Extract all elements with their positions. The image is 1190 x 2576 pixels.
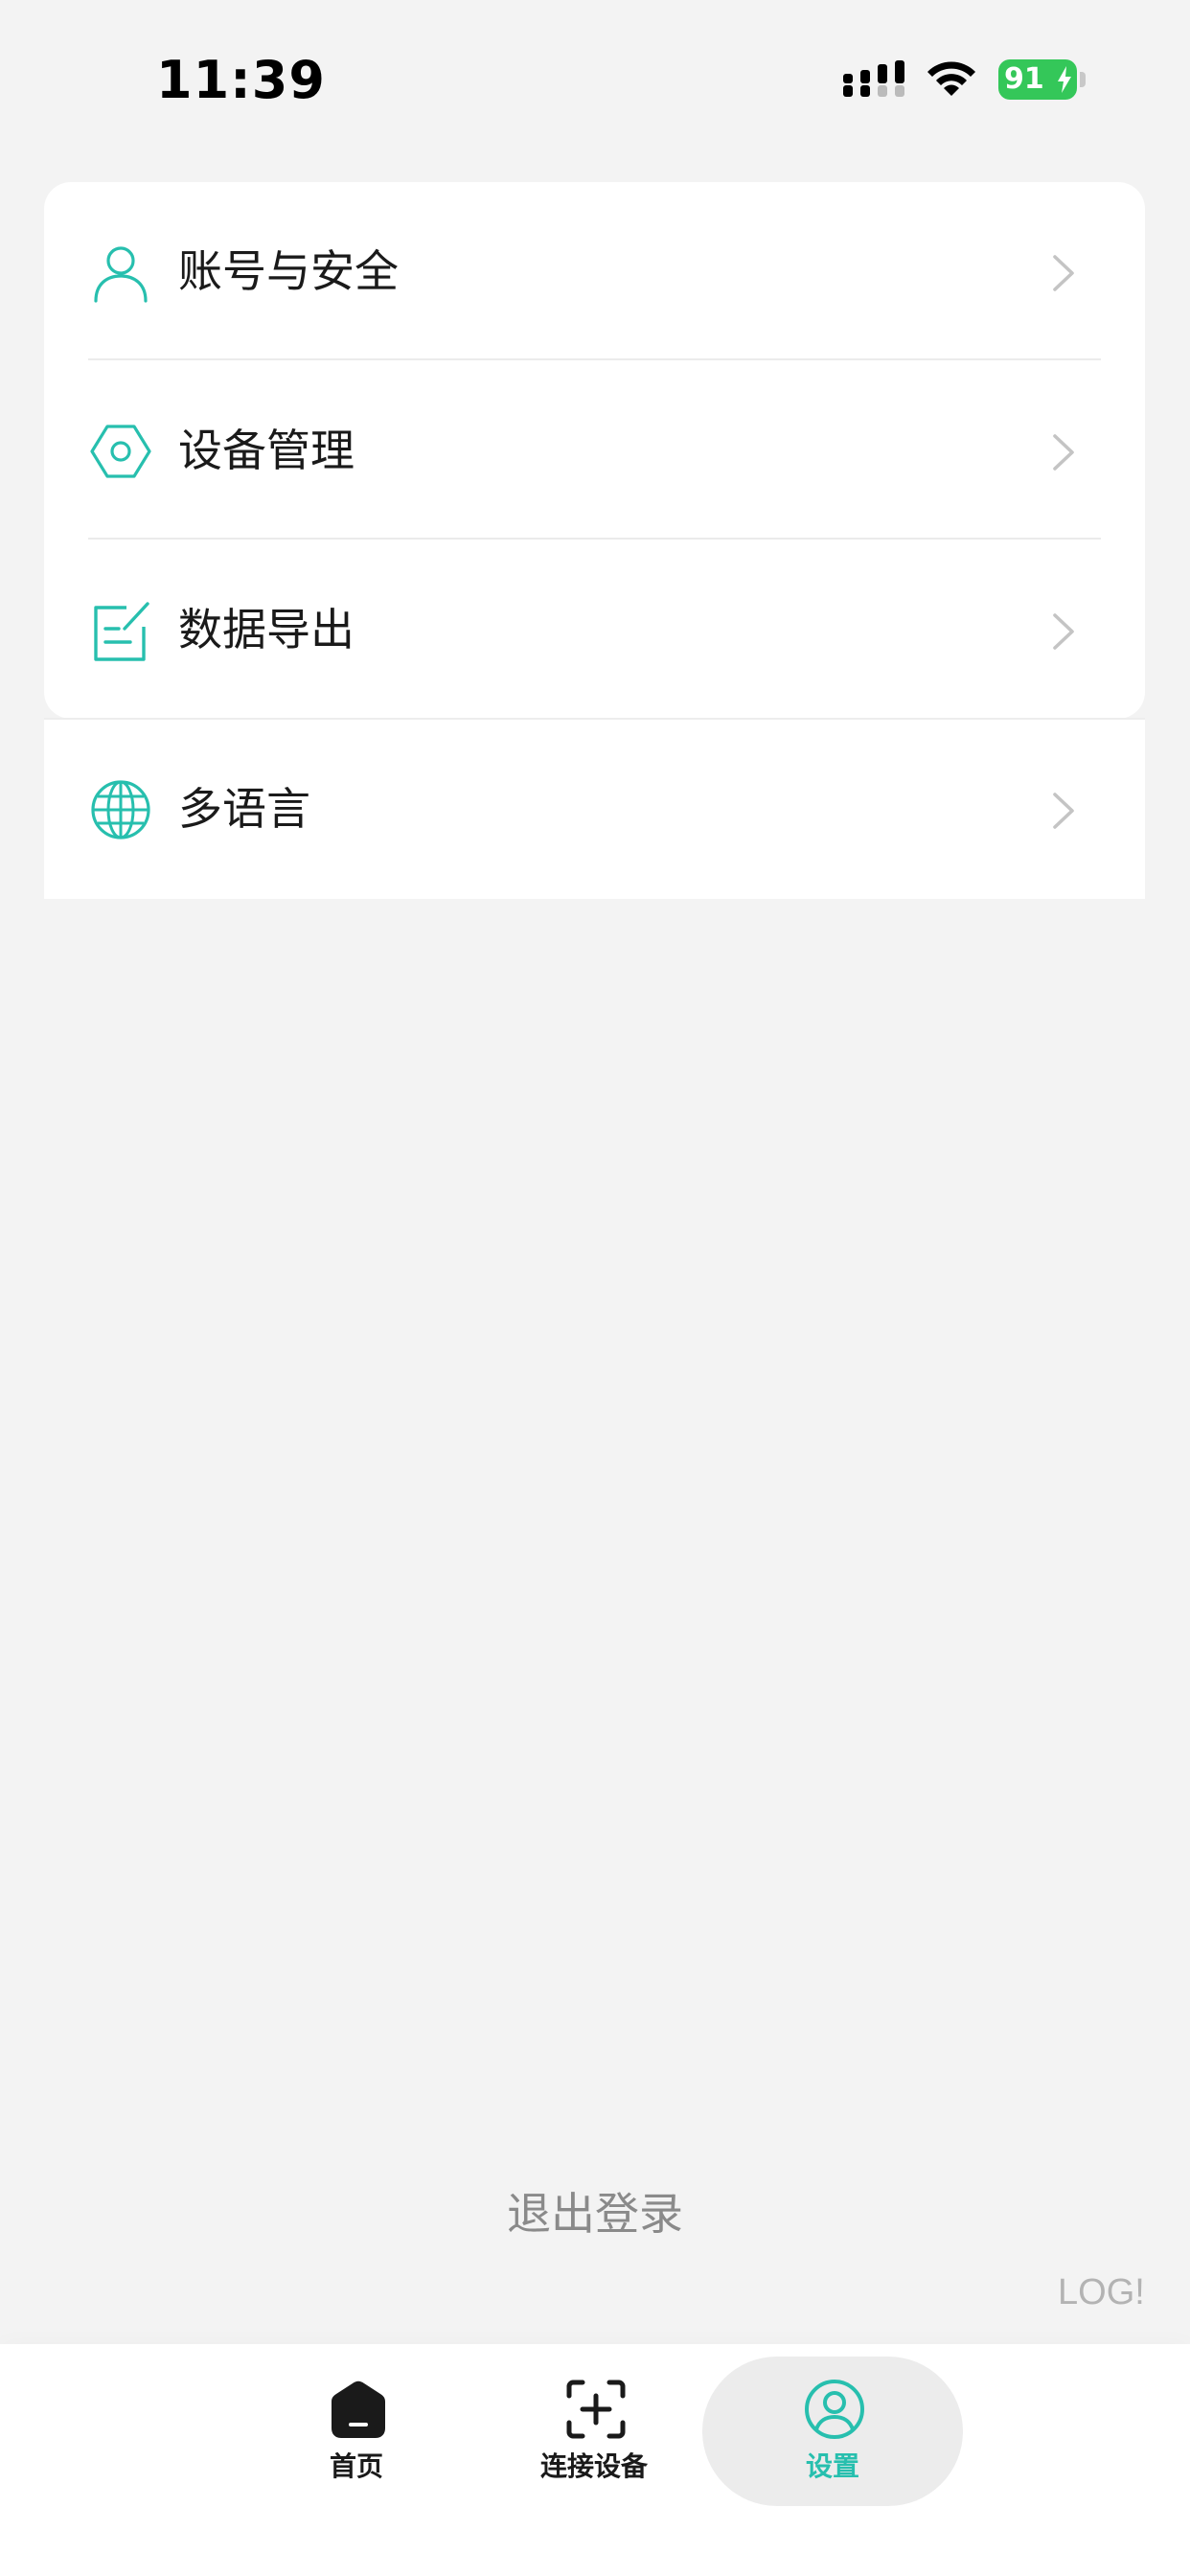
nav-item-label: 首页	[329, 2450, 383, 2482]
menu-item-label: 多语言	[178, 783, 310, 835]
chevron-right-icon	[1053, 793, 1074, 829]
battery-level: 91	[1004, 62, 1044, 96]
scan-add-icon	[566, 2380, 626, 2439]
battery-cap	[1080, 72, 1086, 87]
menu-item-label: 设备管理	[178, 425, 355, 476]
log-button[interactable]: LOG!	[1058, 2268, 1145, 2316]
chevron-right-icon	[1053, 613, 1074, 650]
status-time: 11:39	[156, 50, 326, 110]
bottom-nav: 首页 连接设备 设置	[0, 2344, 1190, 2576]
home-icon	[332, 2380, 385, 2438]
divider	[88, 358, 1101, 360]
menu-item-language[interactable]: 多语言	[44, 720, 1145, 899]
nav-item-label: 设置	[805, 2450, 859, 2482]
divider	[88, 538, 1101, 540]
wifi-icon	[927, 61, 975, 96]
nav-item-home[interactable]: 首页	[227, 2344, 486, 2497]
menu-item-data-export[interactable]: 数据导出	[44, 540, 1145, 720]
cellular-signal-icon	[843, 60, 904, 97]
hexagon-nut-icon	[90, 425, 151, 478]
menu-item-label: 账号与安全	[178, 245, 399, 297]
profile-icon	[805, 2380, 864, 2439]
nav-item-settings[interactable]: 设置	[703, 2344, 962, 2497]
chevron-right-icon	[1053, 255, 1074, 291]
charging-bolt-icon	[1058, 66, 1071, 93]
edit-document-icon	[94, 602, 149, 661]
nav-item-label: 连接设备	[539, 2450, 648, 2482]
status-bar: 11:39 91	[0, 0, 1190, 163]
menu-item-account-security[interactable]: 账号与安全	[44, 182, 1145, 361]
logout-button[interactable]: 退出登录	[0, 2180, 1190, 2247]
menu-item-device-management[interactable]: 设备管理	[44, 361, 1145, 540]
battery-indicator: 91	[998, 59, 1087, 100]
nav-item-connect-device[interactable]: 连接设备	[465, 2344, 723, 2497]
menu-item-label: 数据导出	[178, 604, 355, 656]
chevron-right-icon	[1053, 434, 1074, 471]
globe-icon	[91, 780, 150, 840]
user-icon	[94, 246, 148, 303]
